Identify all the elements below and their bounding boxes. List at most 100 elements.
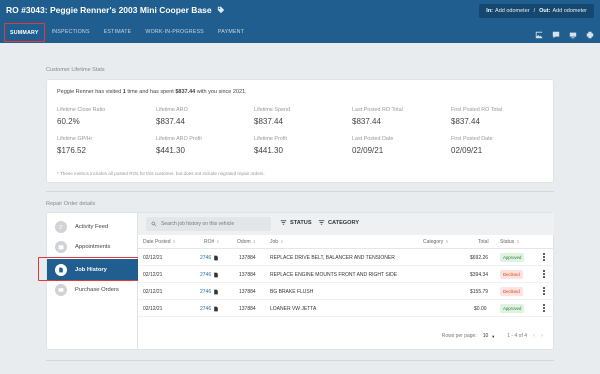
repair-section-title: Repair Order details: [46, 201, 96, 207]
tab-work-in-progress[interactable]: WORK-IN-PROGRESS: [138, 27, 211, 37]
activity-icon: [55, 221, 67, 233]
ro-link[interactable]: 2746: [200, 255, 219, 261]
calendar-icon: [55, 241, 67, 253]
screen-share-icon[interactable]: [569, 31, 577, 39]
intro-mid: time and has spent: [127, 89, 174, 95]
job-search: [146, 217, 271, 231]
status-filter-label: STATUS: [290, 219, 312, 226]
prev-page-icon[interactable]: ‹: [533, 333, 535, 339]
app-header: RO #3043: Peggie Renner's 2003 Mini Coop…: [0, 0, 600, 43]
row-menu-icon[interactable]: [542, 303, 546, 313]
cell-odom: 137884: [239, 289, 256, 295]
col-date-posted[interactable]: Date Posted ⇕: [143, 239, 176, 245]
col-job[interactable]: Job ⇕: [270, 239, 283, 245]
page-range: 1 - 4 of 4: [507, 333, 527, 339]
search-icon: [151, 221, 157, 227]
stat-label: Lifetime ARO Profit: [156, 136, 202, 142]
cell-date: 02/12/21: [143, 272, 163, 278]
cell-job: REPLACE DRIVE BELT, BALANCER AND TENSION…: [270, 255, 395, 261]
ro-number: 2746: [200, 289, 212, 295]
page-title: RO #3043: Peggie Renner's 2003 Mini Coop…: [6, 5, 212, 15]
rows-per-page-select[interactable]: 10 ▼: [483, 333, 496, 339]
stat-label: Last Posted RO Total: [352, 107, 403, 113]
tag-icon[interactable]: [217, 6, 225, 14]
table-header: Date Posted ⇕ RO# ⇕ Odom ⇕ Job ⇕ Category ⇕ T…: [138, 235, 554, 249]
section-divider: [46, 191, 554, 192]
cell-odom: 137884: [239, 306, 256, 312]
col-odom[interactable]: Odom ⇕: [237, 239, 256, 245]
odometer-button[interactable]: In: Add odometer / Out: Add odometer: [479, 4, 594, 18]
filter-icon: [318, 220, 325, 225]
nav-activity-feed[interactable]: Activity Feed: [47, 217, 139, 237]
cell-job: LOANER VW JETTA: [270, 306, 317, 312]
row-menu-icon[interactable]: [542, 252, 546, 262]
col-status[interactable]: Status ⇕: [500, 239, 520, 245]
status-badge: Approved: [500, 304, 525, 313]
cell-job: BG BRAKE FLUSH: [270, 289, 314, 295]
stat-label: Lifetime Spend: [254, 107, 290, 113]
message-icon[interactable]: [552, 31, 560, 39]
print-icon[interactable]: [586, 31, 594, 39]
stat-first-ro-total: First Posted RO Total $837.44: [451, 107, 502, 126]
sort-icon: ⇕: [216, 239, 220, 244]
stat-last-ro-total: Last Posted RO Total $837.44: [352, 107, 403, 126]
nav-label: Activity Feed: [75, 224, 109, 230]
stat-profit: Lifetime Profit $441.30: [254, 136, 287, 155]
stat-label: Lifetime Profit: [254, 136, 287, 142]
cell-date: 02/12/21: [143, 289, 163, 295]
stat-aro: Lifetime ARO $837.44: [156, 107, 188, 126]
nav-appointments[interactable]: Appointments: [47, 237, 139, 257]
col-total[interactable]: Total: [478, 239, 489, 245]
tab-payment[interactable]: PAYMENT: [211, 27, 251, 37]
category-filter-button[interactable]: CATEGORY: [318, 219, 359, 226]
table-row[interactable]: 02/12/21 2746 137884 REPLACE ENGINE MOUN…: [138, 266, 554, 283]
cell-job: REPLACE ENGINE MOUNTS FRONT AND RIGHT SI…: [270, 272, 398, 278]
stat-value: $441.30: [156, 146, 185, 155]
ro-link[interactable]: 2746: [200, 289, 219, 295]
document-icon: [214, 255, 218, 261]
nav-label: Appointments: [75, 244, 111, 250]
stat-last-posted-date: Last Posted Date 02/09/21: [352, 136, 393, 155]
nav-purchase-orders[interactable]: Purchase Orders: [47, 280, 139, 300]
col-label: Date Posted: [143, 239, 171, 245]
image-icon[interactable]: [535, 31, 543, 39]
stat-label: First Posted RO Total: [451, 107, 503, 113]
ro-link[interactable]: 2746: [200, 272, 219, 278]
status-filter-button[interactable]: STATUS: [280, 219, 312, 226]
row-menu-icon[interactable]: [542, 286, 546, 296]
pagination: Rows per page: 10 ▼ 1 - 4 of 4 ‹ ›: [442, 333, 543, 339]
cell-total: $394.34: [470, 272, 489, 278]
col-label: Odom: [237, 239, 251, 245]
tab-estimate[interactable]: ESTIMATE: [97, 27, 139, 37]
sort-icon: ⇕: [252, 239, 256, 244]
tab-inspections[interactable]: INSPECTIONS: [45, 27, 97, 37]
status-badge: Declined: [500, 287, 523, 296]
col-label: Job: [270, 239, 279, 245]
col-ro[interactable]: RO# ⇕: [204, 239, 220, 245]
stat-value: $837.44: [451, 117, 480, 126]
col-label: Total: [478, 239, 489, 245]
ro-number: 2746: [200, 272, 212, 278]
ro-link[interactable]: 2746: [200, 306, 219, 312]
rows-per-page-label: Rows per page:: [441, 333, 477, 339]
search-input[interactable]: [161, 221, 266, 227]
odometer-in-value: Add odometer: [495, 8, 530, 14]
sort-icon: ⇕: [445, 239, 449, 244]
col-label: RO#: [204, 239, 215, 245]
ro-number: 2746: [200, 306, 212, 312]
next-page-icon[interactable]: ›: [541, 333, 543, 339]
stat-value: 02/09/21: [352, 146, 384, 155]
table-row[interactable]: 02/12/21 2746 137884 BG BRAKE FLUSH $155…: [138, 283, 554, 300]
col-label: Status: [500, 239, 515, 245]
table-row[interactable]: 02/12/21 2746 137884 LOANER VW JETTA $0.…: [138, 300, 554, 317]
tab-summary[interactable]: SUMMARY: [4, 23, 45, 42]
row-menu-icon[interactable]: [542, 269, 546, 279]
col-category[interactable]: Category ⇕: [423, 239, 449, 245]
stat-label: Lifetime Close Ratio: [57, 107, 106, 113]
status-badge: Declined: [500, 270, 523, 279]
odometer-in-label: In:: [486, 8, 494, 14]
cell-date: 02/12/21: [143, 255, 163, 261]
header-actions: [535, 31, 594, 39]
table-row[interactable]: 02/12/21 2746 137884 REPLACE DRIVE BELT,…: [138, 249, 554, 266]
sort-icon: ⇕: [280, 239, 284, 244]
